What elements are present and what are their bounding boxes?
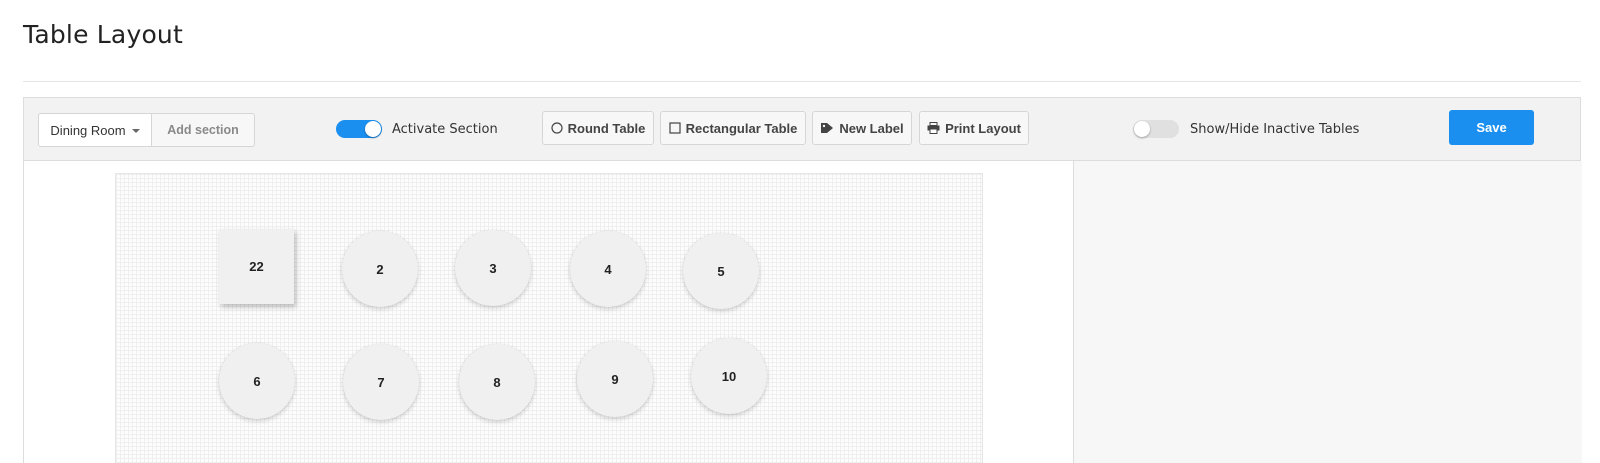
table-6[interactable]: 6 (219, 343, 295, 419)
save-button[interactable]: Save (1449, 110, 1534, 145)
print-layout-button[interactable]: Print Layout (919, 111, 1029, 145)
activate-section-label: Activate Section (392, 122, 498, 137)
show-hide-inactive-label: Show/Hide Inactive Tables (1190, 122, 1360, 137)
circle-icon (551, 122, 563, 134)
canvas-area: 22 2 3 4 5 6 7 8 9 10 (24, 161, 1073, 463)
table-3[interactable]: 3 (455, 230, 531, 306)
table-7[interactable]: 7 (343, 344, 419, 420)
table-2[interactable]: 2 (342, 231, 418, 307)
rectangular-table-button[interactable]: Rectangular Table (660, 111, 806, 145)
toolbar: Dining Room Add section Activate Section… (24, 98, 1580, 161)
rectangular-table-label: Rectangular Table (685, 120, 798, 136)
new-label-button[interactable]: New Label (812, 111, 912, 145)
new-label-label: New Label (839, 120, 904, 136)
show-hide-inactive-toggle[interactable] (1133, 120, 1179, 138)
table-10[interactable]: 10 (691, 338, 767, 414)
table-8[interactable]: 8 (459, 344, 535, 420)
table-4[interactable]: 4 (570, 231, 646, 307)
caret-down-icon (131, 129, 140, 133)
round-table-label: Round Table (567, 120, 646, 136)
printer-icon (927, 122, 940, 134)
print-layout-label: Print Layout (945, 120, 1021, 136)
section-select[interactable]: Dining Room (38, 113, 152, 147)
table-22[interactable]: 22 (219, 229, 294, 304)
toggle-knob (365, 121, 381, 137)
round-table-button[interactable]: Round Table (542, 111, 654, 145)
activate-section-toggle[interactable] (336, 120, 382, 138)
square-icon (669, 122, 681, 134)
toggle-knob (1134, 121, 1150, 137)
section-select-label: Dining Room (50, 122, 126, 138)
table-5[interactable]: 5 (683, 233, 759, 309)
title-divider (23, 81, 1581, 82)
layout-editor: Dining Room Add section Activate Section… (23, 97, 1582, 463)
properties-panel (1073, 161, 1582, 463)
layout-grid[interactable]: 22 2 3 4 5 6 7 8 9 10 (115, 173, 983, 463)
tag-icon (820, 122, 834, 134)
add-section-button[interactable]: Add section (151, 113, 255, 147)
page-title: Table Layout (23, 20, 183, 49)
table-9[interactable]: 9 (577, 341, 653, 417)
